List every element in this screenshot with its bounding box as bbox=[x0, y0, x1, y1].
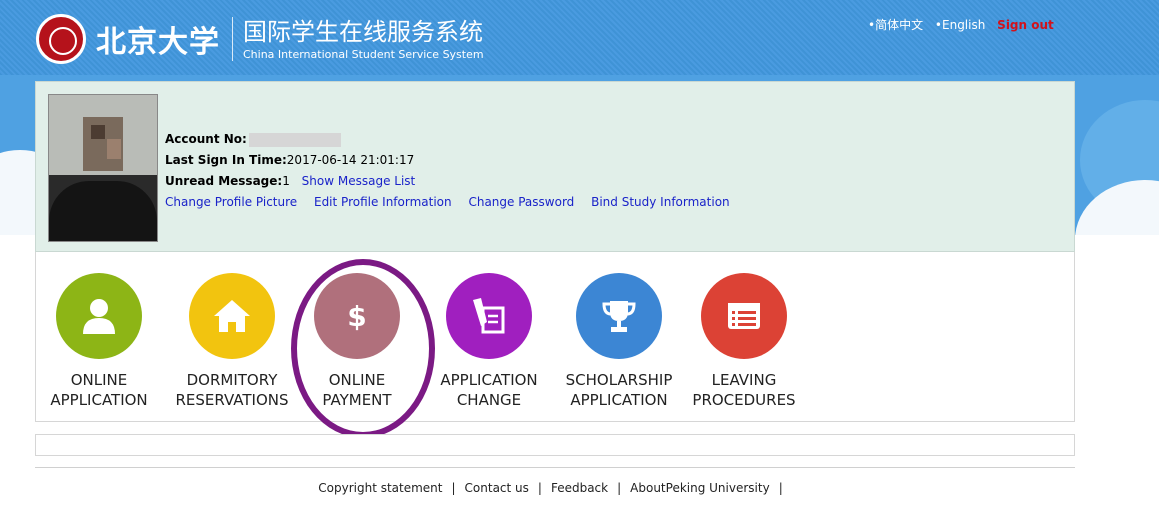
tile-label-line2: PROCEDURES bbox=[692, 391, 796, 409]
document-edit-icon bbox=[473, 298, 505, 334]
lang-english-link[interactable]: •English bbox=[935, 18, 985, 32]
last-sign-in-row: Last Sign In Time:2017-06-14 21:01:17 bbox=[165, 150, 743, 171]
account-number-label: Account No: bbox=[165, 132, 247, 146]
account-number-row: Account No: bbox=[165, 129, 743, 150]
online-application-circle[interactable] bbox=[56, 273, 142, 359]
top-links: •简体中文 •English Sign out bbox=[868, 16, 1062, 33]
list-card-icon bbox=[728, 303, 760, 329]
account-number-redacted bbox=[248, 132, 341, 147]
bind-study-information-link[interactable]: Bind Study Information bbox=[591, 195, 730, 209]
system-title-cn: 国际学生在线服务系统 bbox=[243, 17, 483, 46]
home-icon bbox=[214, 300, 250, 332]
tile-label-line1: APPLICATION bbox=[440, 371, 538, 389]
last-sign-in-label: Last Sign In Time: bbox=[165, 153, 287, 167]
profile-actions: Change Profile Picture Edit Profile Info… bbox=[165, 192, 743, 213]
application-change-circle[interactable] bbox=[446, 273, 532, 359]
change-password-link[interactable]: Change Password bbox=[468, 195, 574, 209]
footer-divider bbox=[35, 467, 1075, 468]
trophy-icon bbox=[602, 301, 636, 332]
profile-panel: Account No: Last Sign In Time:2017-06-14… bbox=[35, 81, 1075, 252]
service-tiles: ONLINE APPLICATION DORMITORY RESERVATION… bbox=[35, 252, 1075, 422]
scholarship-application-circle[interactable] bbox=[576, 273, 662, 359]
tile-label-line2: CHANGE bbox=[456, 391, 522, 409]
show-message-list-link[interactable]: Show Message List bbox=[302, 174, 416, 188]
highlight-annotation-ellipse bbox=[291, 259, 435, 438]
contact-us-link[interactable]: Contact us bbox=[465, 481, 529, 495]
edit-profile-information-link[interactable]: Edit Profile Information bbox=[314, 195, 452, 209]
avatar bbox=[48, 94, 158, 242]
system-title: 国际学生在线服务系统 China International Student S… bbox=[243, 18, 484, 61]
university-seal-icon bbox=[36, 14, 86, 64]
unread-message-count: 1 bbox=[282, 174, 290, 188]
sign-out-link[interactable]: Sign out bbox=[997, 18, 1054, 32]
tile-label-line2: APPLICATION bbox=[50, 391, 148, 409]
tile-label-line1: ONLINE bbox=[70, 371, 128, 389]
leaving-procedures-circle[interactable] bbox=[701, 273, 787, 359]
lang-simplified-chinese-link[interactable]: •简体中文 bbox=[868, 18, 923, 32]
about-peking-university-link[interactable]: AboutPeking University bbox=[630, 481, 770, 495]
tile-online-application[interactable]: ONLINE APPLICATION bbox=[39, 252, 159, 409]
tile-label-line2: RESERVATIONS bbox=[175, 391, 289, 409]
tile-label-line1: LEAVING bbox=[711, 371, 777, 389]
notice-bar bbox=[35, 434, 1075, 456]
tile-application-change[interactable]: APPLICATION CHANGE bbox=[429, 252, 549, 409]
unread-message-label: Unread Message: bbox=[165, 174, 283, 188]
dormitory-reservations-circle[interactable] bbox=[189, 273, 275, 359]
tile-dormitory-reservations[interactable]: DORMITORY RESERVATIONS bbox=[167, 252, 297, 409]
change-profile-picture-link[interactable]: Change Profile Picture bbox=[165, 195, 297, 209]
university-name: 北京大学 bbox=[96, 25, 220, 60]
tile-label-line2: APPLICATION bbox=[570, 391, 668, 409]
tile-label-line1: SCHOLARSHIP bbox=[565, 371, 673, 389]
tile-leaving-procedures[interactable]: LEAVING PROCEDURES bbox=[684, 252, 804, 409]
feedback-link[interactable]: Feedback bbox=[551, 481, 608, 495]
tile-label-line1: DORMITORY bbox=[186, 371, 278, 389]
user-icon bbox=[83, 299, 115, 334]
unread-message-row: Unread Message:1 Show Message List bbox=[165, 171, 743, 192]
system-title-en: China International Student Service Syst… bbox=[243, 47, 484, 61]
logo-divider bbox=[232, 17, 233, 61]
copyright-statement-link[interactable]: Copyright statement bbox=[318, 481, 442, 495]
footer: Copyright statement | Contact us | Feedback |… bbox=[318, 481, 783, 495]
tile-scholarship-application[interactable]: SCHOLARSHIP APPLICATION bbox=[554, 252, 684, 409]
site-logo[interactable]: 北京大学 国际学生在线服务系统 China International Stud… bbox=[36, 14, 484, 64]
account-info: Account No: Last Sign In Time:2017-06-14… bbox=[165, 129, 743, 213]
last-sign-in-value: 2017-06-14 21:01:17 bbox=[286, 153, 415, 167]
